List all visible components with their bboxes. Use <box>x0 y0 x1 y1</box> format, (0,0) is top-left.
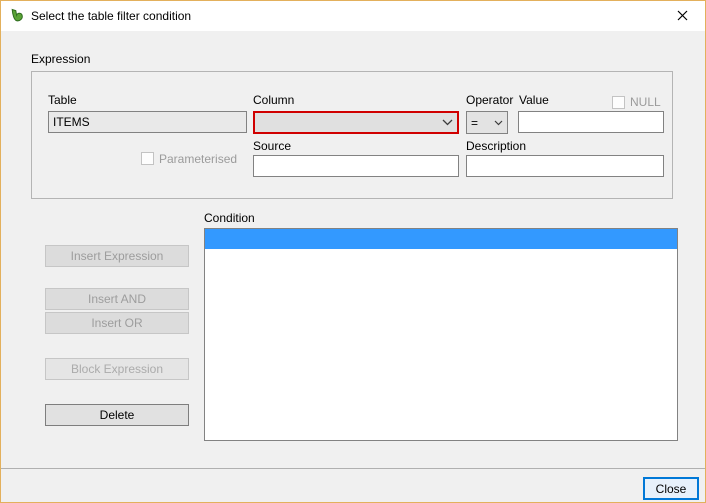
window-title: Select the table filter condition <box>31 9 191 23</box>
condition-list[interactable] <box>204 228 678 441</box>
block-expression-button[interactable]: Block Expression <box>45 358 189 380</box>
expression-group-label: Expression <box>31 52 90 66</box>
value-label: Value <box>519 93 549 107</box>
source-field[interactable] <box>253 155 459 177</box>
operator-select-value: = <box>471 116 478 130</box>
condition-label: Condition <box>204 211 255 225</box>
bottom-separator <box>1 468 705 469</box>
insert-expression-button[interactable]: Insert Expression <box>45 245 189 267</box>
close-window-button[interactable] <box>660 1 705 30</box>
table-field[interactable] <box>48 111 247 133</box>
source-label: Source <box>253 139 291 153</box>
close-button[interactable]: Close <box>643 477 699 500</box>
table-label: Table <box>48 93 77 107</box>
insert-and-button[interactable]: Insert AND <box>45 288 189 310</box>
chevron-down-icon <box>442 119 453 126</box>
description-label: Description <box>466 139 526 153</box>
column-label: Column <box>253 93 294 107</box>
filter-condition-dialog: Select the table filter condition Expres… <box>0 0 706 503</box>
description-field[interactable] <box>466 155 664 177</box>
condition-list-item-selected[interactable] <box>205 229 677 249</box>
null-checkbox[interactable] <box>612 96 625 109</box>
null-checkbox-label: NULL <box>630 95 661 109</box>
parameterised-checkbox-label: Parameterised <box>159 152 237 166</box>
app-icon <box>9 8 25 24</box>
parameterised-checkbox[interactable] <box>141 152 154 165</box>
insert-or-button[interactable]: Insert OR <box>45 312 189 334</box>
delete-button[interactable]: Delete <box>45 404 189 426</box>
column-select[interactable] <box>253 111 459 134</box>
close-icon <box>677 10 688 21</box>
expression-group-box <box>31 71 673 199</box>
titlebar: Select the table filter condition <box>1 1 705 31</box>
value-field[interactable] <box>518 111 664 133</box>
operator-select[interactable]: = <box>466 111 508 134</box>
operator-label: Operator <box>466 93 513 107</box>
chevron-down-icon <box>494 120 503 126</box>
